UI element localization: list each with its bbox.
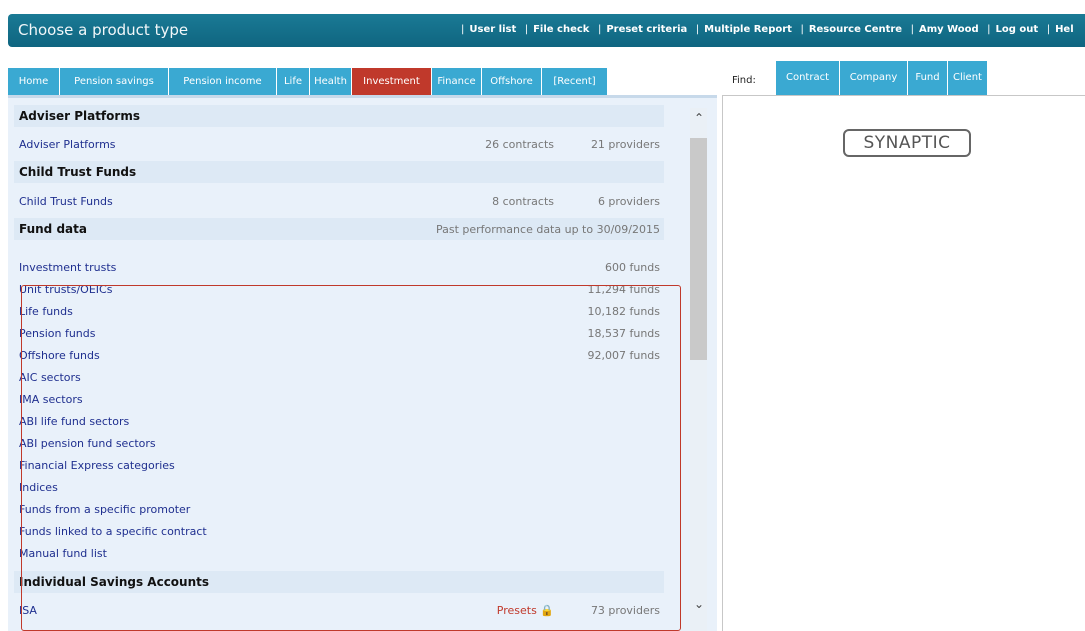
log-out-link[interactable]: Log out bbox=[996, 24, 1039, 35]
find-body: SYNAPTIC bbox=[722, 95, 1085, 631]
list-item: Investment trusts 600 funds bbox=[14, 257, 664, 279]
investment-trusts-link[interactable]: Investment trusts bbox=[19, 261, 116, 274]
tab-pension-savings[interactable]: Pension savings bbox=[60, 68, 169, 95]
tab-company[interactable]: Company bbox=[840, 61, 908, 95]
tab-finance[interactable]: Finance bbox=[432, 68, 482, 95]
fund-data-highlight bbox=[21, 285, 681, 631]
user-name-link[interactable]: Amy Wood bbox=[919, 24, 979, 35]
providers-count: 6 providers bbox=[597, 195, 660, 208]
product-tabs: Home Pension savings Pension income Life… bbox=[8, 61, 717, 95]
preset-criteria-link[interactable]: Preset criteria bbox=[606, 24, 687, 35]
tab-home[interactable]: Home bbox=[8, 68, 60, 95]
contracts-count: 26 contracts bbox=[485, 138, 554, 151]
tab-client[interactable]: Client bbox=[948, 61, 988, 95]
section-header-adviser-platforms: Adviser Platforms bbox=[14, 105, 664, 127]
tab-fund[interactable]: Fund bbox=[908, 61, 948, 95]
page-title: Choose a product type bbox=[18, 21, 189, 39]
top-links: | User list | File check | Preset criteria … bbox=[461, 24, 1074, 35]
tab-health[interactable]: Health bbox=[310, 68, 352, 95]
resource-centre-link[interactable]: Resource Centre bbox=[809, 24, 902, 35]
file-check-link[interactable]: File check bbox=[533, 24, 589, 35]
scrollbar[interactable] bbox=[690, 108, 707, 631]
child-trust-funds-link[interactable]: Child Trust Funds bbox=[19, 195, 113, 208]
list-item-child-trust-funds: Child Trust Funds 8 contracts 6 provider… bbox=[14, 191, 664, 213]
section-header-child-trust-funds: Child Trust Funds bbox=[14, 161, 664, 183]
product-panel: Home Pension savings Pension income Life… bbox=[8, 61, 717, 631]
tab-offshore[interactable]: Offshore bbox=[482, 68, 542, 95]
help-link[interactable]: Hel bbox=[1055, 24, 1074, 35]
user-list-link[interactable]: User list bbox=[469, 24, 516, 35]
section-header-fund-data: Fund data Past performance data up to 30… bbox=[14, 218, 664, 240]
fund-count: 600 funds bbox=[604, 261, 660, 274]
list-item-adviser-platforms: Adviser Platforms 26 contracts 21 provid… bbox=[14, 134, 664, 156]
top-bar: Choose a product type | User list | File c… bbox=[8, 14, 1085, 47]
adviser-platforms-link[interactable]: Adviser Platforms bbox=[19, 138, 116, 151]
find-panel: Find: Contract Company Fund Client SYNAP… bbox=[722, 61, 1085, 631]
find-label: Find: bbox=[732, 75, 756, 86]
tab-contract[interactable]: Contract bbox=[776, 61, 840, 95]
scrollbar-thumb[interactable] bbox=[690, 138, 707, 360]
multiple-report-link[interactable]: Multiple Report bbox=[704, 24, 792, 35]
scroll-down-icon[interactable]: ⌄ bbox=[694, 597, 704, 611]
scroll-up-icon[interactable]: ⌃ bbox=[694, 111, 704, 125]
tab-life[interactable]: Life bbox=[277, 68, 310, 95]
synaptic-logo: SYNAPTIC bbox=[843, 129, 971, 157]
find-bar: Find: Contract Company Fund Client bbox=[722, 61, 1085, 95]
tab-investment[interactable]: Investment bbox=[352, 68, 432, 95]
tab-pension-income[interactable]: Pension income bbox=[169, 68, 277, 95]
providers-count: 21 providers bbox=[590, 138, 660, 151]
contracts-count: 8 contracts bbox=[492, 195, 554, 208]
past-performance-note: Past performance data up to 30/09/2015 bbox=[435, 223, 660, 236]
tab-recent[interactable]: [Recent] bbox=[542, 68, 608, 95]
